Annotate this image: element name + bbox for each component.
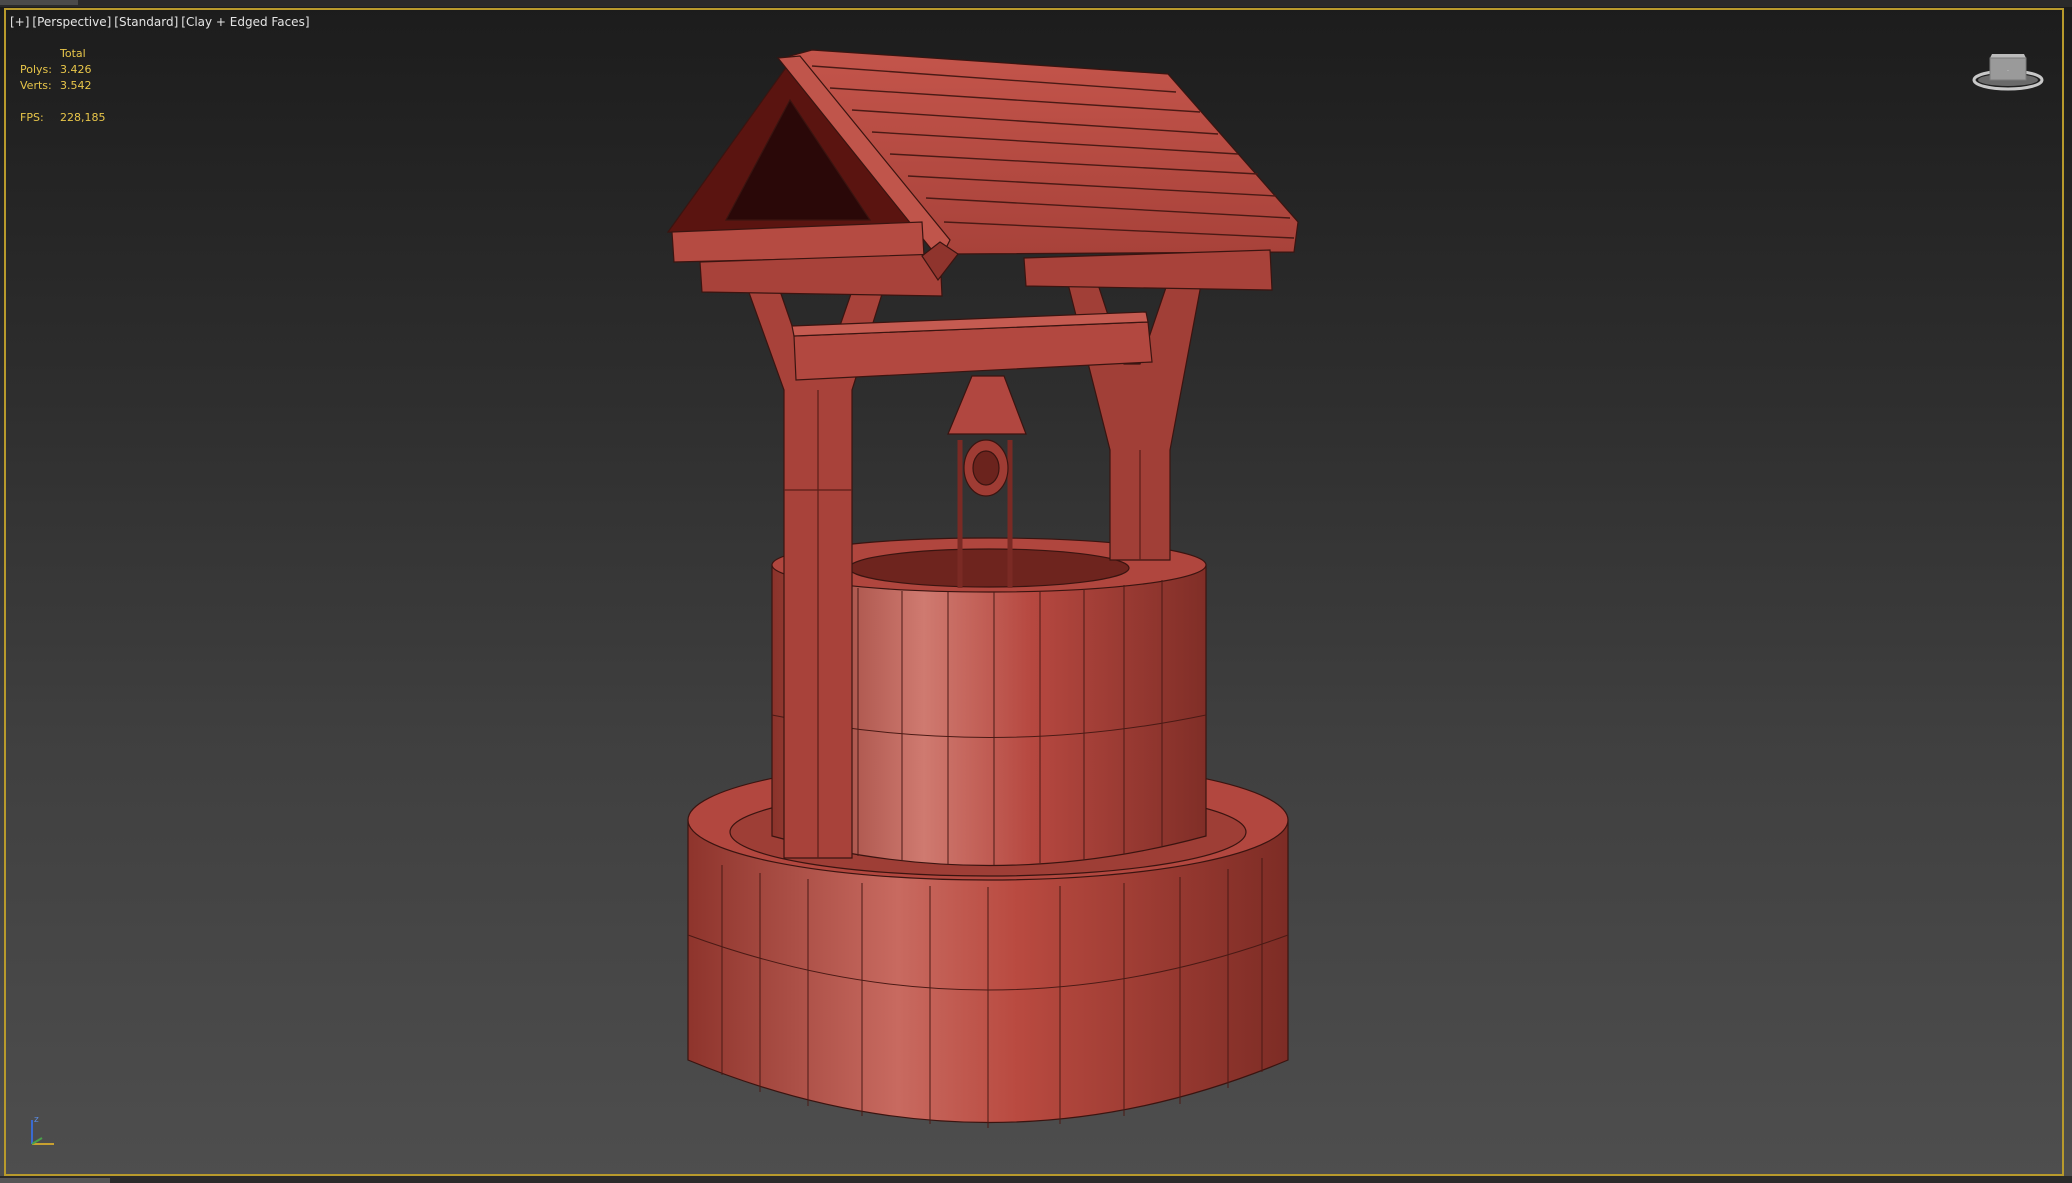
- roof: [666, 49, 1299, 297]
- axis-z-label: z: [34, 1115, 39, 1125]
- perspective-viewport[interactable]: [+] [Perspective] [Standard] [Clay + Edg…: [0, 0, 2072, 1183]
- wishing-well-model[interactable]: [0, 0, 2072, 1183]
- axis-tripod-icon: z: [31, 1115, 54, 1145]
- bottom-strip: [0, 1176, 2072, 1183]
- right-post: [1061, 257, 1207, 561]
